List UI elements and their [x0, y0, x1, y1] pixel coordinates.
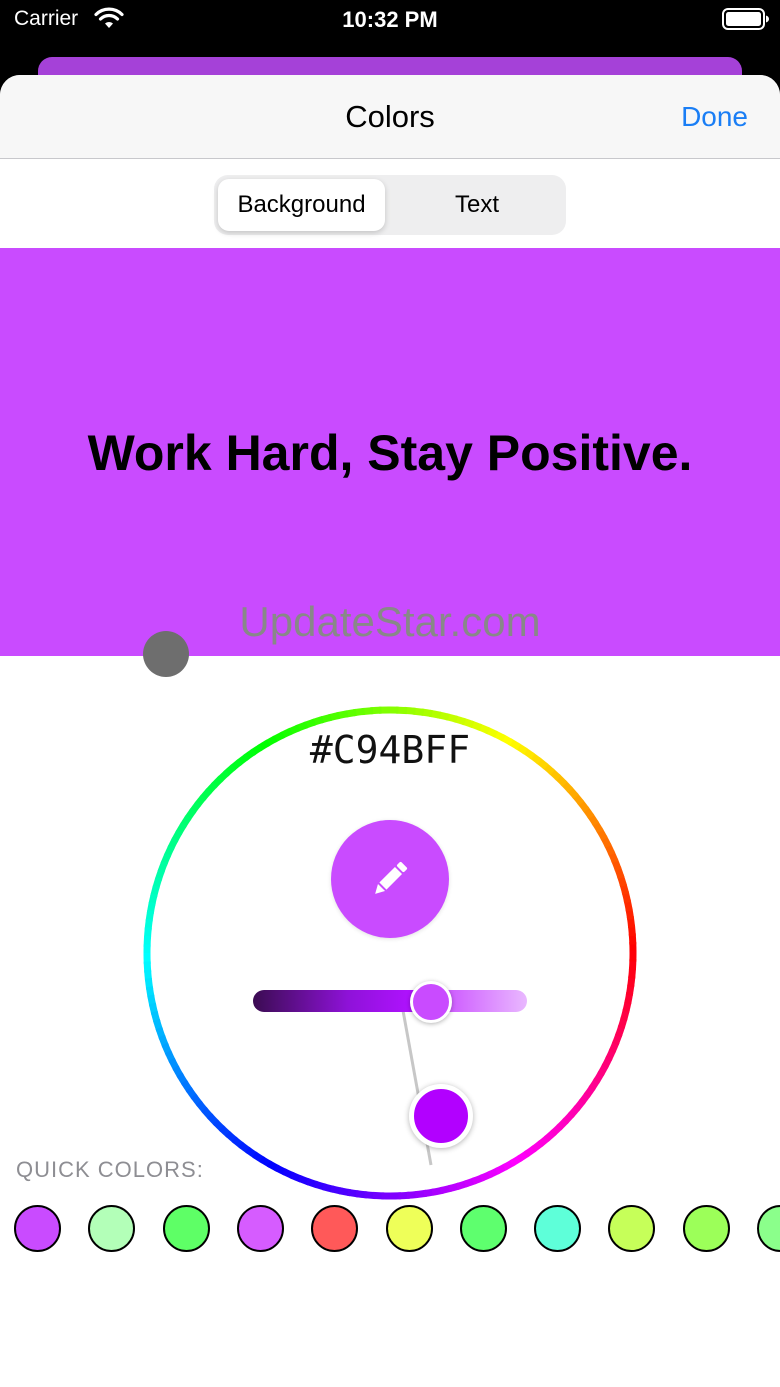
preview-text: Work Hard, Stay Positive.	[87, 425, 693, 481]
segment-text[interactable]: Text	[392, 179, 562, 231]
hex-value[interactable]: #C94BFF	[0, 728, 780, 772]
quick-color-swatch[interactable]	[236, 1205, 284, 1252]
status-bar: Carrier 10:32 PM	[0, 0, 780, 40]
hue-knob[interactable]	[409, 1084, 473, 1148]
quick-color-swatch[interactable]	[14, 1205, 61, 1252]
hue-ring[interactable]	[143, 706, 637, 1200]
quick-color-swatch[interactable]	[385, 1205, 433, 1252]
quick-color-swatch[interactable]	[311, 1205, 359, 1252]
quick-color-swatch[interactable]	[162, 1205, 210, 1252]
segment-background[interactable]: Background	[218, 179, 385, 231]
quick-color-swatch[interactable]	[534, 1205, 582, 1252]
brightness-slider[interactable]	[253, 990, 527, 1012]
done-button[interactable]: Done	[681, 101, 748, 133]
segmented-control: Background Text	[214, 175, 566, 235]
quick-color-swatch[interactable]	[459, 1205, 507, 1252]
brightness-slider-knob[interactable]	[410, 981, 452, 1023]
status-time: 10:32 PM	[342, 7, 438, 32]
quick-color-swatch[interactable]	[88, 1205, 136, 1252]
preview-panel: Work Hard, Stay Positive.	[0, 248, 780, 656]
quick-color-swatch[interactable]	[682, 1205, 730, 1252]
pencil-icon	[375, 861, 408, 894]
edit-color-button[interactable]	[331, 820, 449, 938]
navigation-bar: Colors Done	[0, 75, 780, 159]
page-title: Colors	[345, 99, 435, 134]
quick-colors-label: QUICK COLORS:	[16, 1157, 204, 1182]
battery-icon	[722, 8, 769, 30]
